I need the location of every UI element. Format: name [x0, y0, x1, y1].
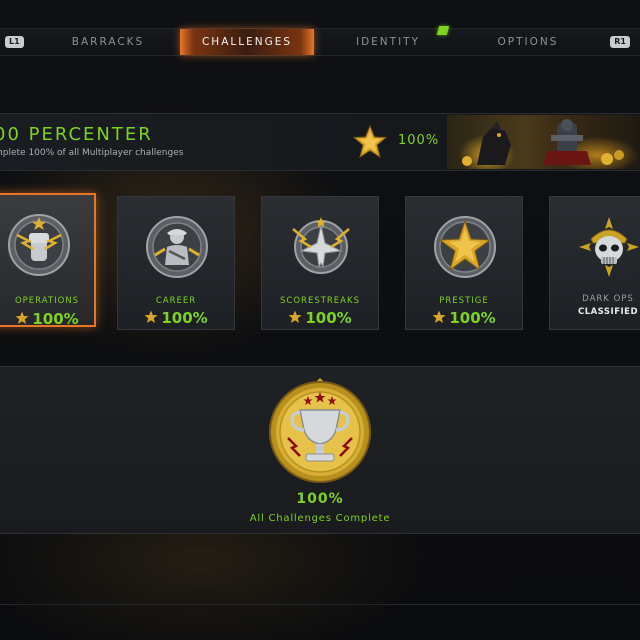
classified-status: CLASSIFIED [577, 307, 639, 317]
category-percent-value: 100% [161, 309, 208, 327]
jet-lightning-emblem-icon [292, 217, 350, 274]
challenge-description: mplete 100% of all Multiplayer challenge… [0, 148, 184, 158]
category-card-scorestreaks[interactable]: SCORESTREAKS 100% [261, 196, 379, 330]
challenge-percent: 100% [398, 133, 440, 148]
challenge-header-banner: 00 PERCENTER mplete 100% of all Multipla… [0, 113, 640, 171]
gold-star-emblem-icon [434, 216, 496, 278]
gold-star-icon [352, 124, 388, 159]
category-label: DARK OPS [582, 294, 634, 304]
tab-barracks[interactable]: BARRACKS [62, 29, 154, 55]
star-icon [432, 310, 446, 323]
skull-emblem-icon [579, 217, 639, 277]
category-label: SCORESTREAKS [280, 296, 360, 306]
category-card-prestige[interactable]: PRESTIGE 100% [405, 196, 523, 330]
top-nav-bar: L1 BARRACKS CHALLENGES IDENTITY OPTIONS … [0, 28, 640, 56]
r1-bumper-hint[interactable]: R1 [610, 36, 630, 48]
tab-challenges[interactable]: CHALLENGES [180, 29, 314, 55]
star-icon [288, 310, 302, 323]
category-percent-value: 100% [305, 309, 352, 327]
category-percent: 100% [406, 309, 522, 327]
star-icon [144, 310, 158, 323]
category-percent-value: 100% [449, 309, 496, 327]
tab-options[interactable]: OPTIONS [480, 29, 576, 55]
calling-card-image [447, 115, 640, 169]
soldier-emblem-icon [146, 216, 208, 278]
challenge-title: 00 PERCENTER [0, 124, 153, 145]
category-card-career[interactable]: CAREER 100% [117, 196, 235, 330]
category-percent: 100% [0, 310, 104, 328]
category-card-dark-ops[interactable]: DARK OPS CLASSIFIED [549, 196, 640, 330]
completion-percent: 100% [296, 491, 344, 507]
category-percent: 100% [262, 309, 378, 327]
category-percent: 100% [118, 309, 234, 327]
trophy-medal-icon [269, 378, 371, 483]
challenges-screen: L1 BARRACKS CHALLENGES IDENTITY OPTIONS … [0, 0, 640, 640]
all-challenges-panel: 100% All Challenges Complete [0, 366, 640, 534]
category-label: OPERATIONS [14, 296, 80, 306]
bottom-divider [0, 604, 640, 605]
completion-label: All Challenges Complete [249, 513, 391, 524]
l1-bumper-hint[interactable]: L1 [5, 36, 24, 48]
category-label: CAREER [155, 296, 197, 306]
tab-identity[interactable]: IDENTITY [340, 29, 436, 55]
category-percent-value: 100% [32, 310, 79, 328]
star-icon [15, 311, 29, 324]
fist-lightning-emblem-icon [8, 214, 70, 276]
category-card-operations[interactable]: OPERATIONS 100% [0, 193, 96, 328]
category-label: PRESTIGE [439, 296, 489, 306]
